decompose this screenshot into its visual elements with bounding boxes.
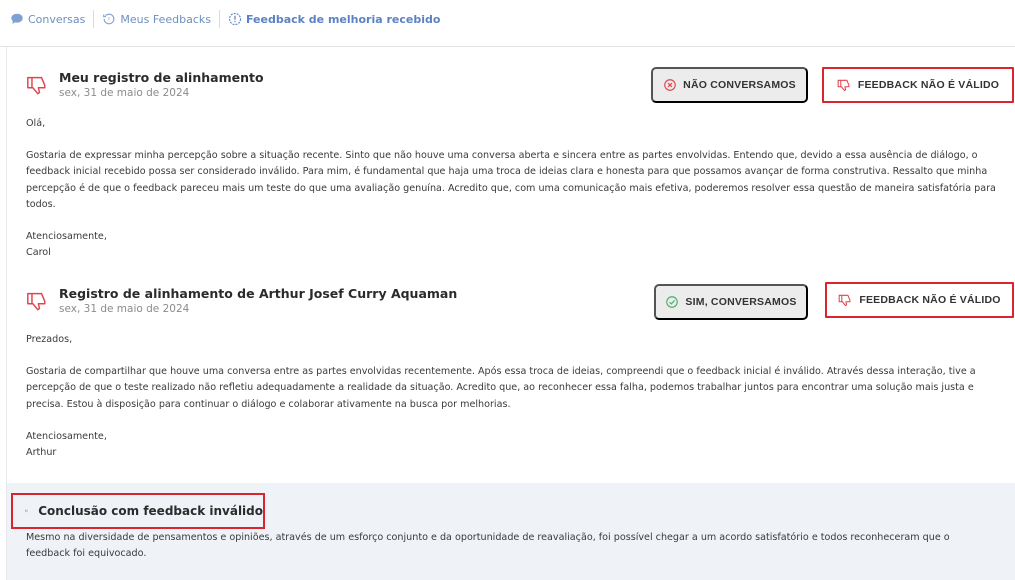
feedback-invalid-label: FEEDBACK NÃO É VÁLIDO [857, 79, 1000, 91]
breadcrumb-label: Conversas [28, 12, 86, 26]
feedback-title: Meu registro de alinhamento [59, 70, 264, 85]
greeting: Prezados, [26, 334, 73, 345]
feedback-invalid-button[interactable]: FEEDBACK NÃO É VÁLIDO [822, 67, 1014, 103]
thumbs-down-icon [27, 76, 46, 95]
header-divider [0, 46, 1015, 47]
body-line: precisa. Estou à disposição para continu… [26, 398, 511, 410]
conclusion-text: Mesmo na diversidade de pensamentos e op… [26, 530, 981, 562]
status-label: NÃO CONVERSAMOS [683, 79, 796, 91]
breadcrumb-label: Meus Feedbacks [120, 12, 211, 26]
status-label: SIM, CONVERSAMOS [685, 296, 797, 308]
breadcrumb-label: Feedback de melhoria recebido [245, 12, 441, 26]
body-line: Gostaria de compartilhar que houve uma c… [26, 366, 976, 378]
body-line: percepção de que o teste realizado não r… [26, 382, 974, 394]
closing: Atenciosamente, [26, 231, 107, 243]
x-circle-icon [664, 79, 676, 91]
conclusion-panel: Conclusão com feedback inválido Mesmo na… [7, 483, 1015, 580]
breadcrumb-item-meus-feedbacks[interactable]: ! Meus Feedbacks [102, 12, 211, 26]
feedback-title: Registro de alinhamento de Arthur Josef … [59, 286, 458, 301]
check-circle-icon [666, 296, 679, 308]
thumbs-down-icon [838, 294, 851, 307]
chat-bubble-icon [11, 13, 23, 24]
thumbs-down-icon [25, 509, 28, 513]
feedback-date: sex, 31 de maio de 2024 [59, 303, 190, 315]
body-line: Gostaria de expressar minha percepção so… [26, 150, 978, 162]
feedback-invalid-button[interactable]: FEEDBACK NÃO É VÁLIDO [825, 282, 1014, 318]
thumbs-down-icon [837, 79, 850, 92]
signature: Arthur [26, 447, 57, 459]
feedback-body: Olá, Gostaria de expressar minha percepç… [26, 116, 1011, 261]
conclusion-title: Conclusão com feedback inválido [38, 504, 263, 518]
breadcrumb-item-feedback-melhoria[interactable]: Feedback de melhoria recebido [228, 12, 440, 26]
feedback-invalid-label: FEEDBACK NÃO É VÁLIDO [859, 294, 1001, 306]
feedback-body: Prezados, Gostaria de compartilhar que h… [26, 332, 1011, 461]
body-line: todos. [26, 198, 56, 210]
svg-text:!: ! [108, 17, 110, 24]
breadcrumb-separator [93, 10, 95, 28]
conclusion-header: Conclusão com feedback inválido [11, 493, 265, 529]
breadcrumb-item-conversas[interactable]: Conversas [10, 12, 85, 26]
breadcrumb-separator [218, 10, 220, 28]
closing: Atenciosamente, [26, 430, 107, 442]
signature: Carol [26, 247, 51, 259]
status-button-nao-conversamos[interactable]: NÃO CONVERSAMOS [651, 67, 808, 103]
status-button-sim-conversamos[interactable]: SIM, CONVERSAMOS [654, 284, 808, 320]
conclusion-line: feedback foi equivocado. [26, 548, 147, 560]
greeting: Olá, [26, 118, 46, 129]
thumbs-down-icon [27, 292, 46, 311]
conclusion-line: Mesmo na diversidade de pensamentos e op… [26, 532, 950, 543]
history-icon: ! [103, 13, 115, 25]
feedback-date: sex, 31 de maio de 2024 [59, 87, 190, 99]
breadcrumb: Conversas ! Meus Feedbacks Feedback de m… [10, 10, 440, 28]
body-line: feedback inicial recebido possa ser cons… [26, 166, 988, 178]
body-line: percepção é de que o feedback pareceu ma… [26, 182, 996, 194]
alert-circle-icon [228, 12, 242, 26]
